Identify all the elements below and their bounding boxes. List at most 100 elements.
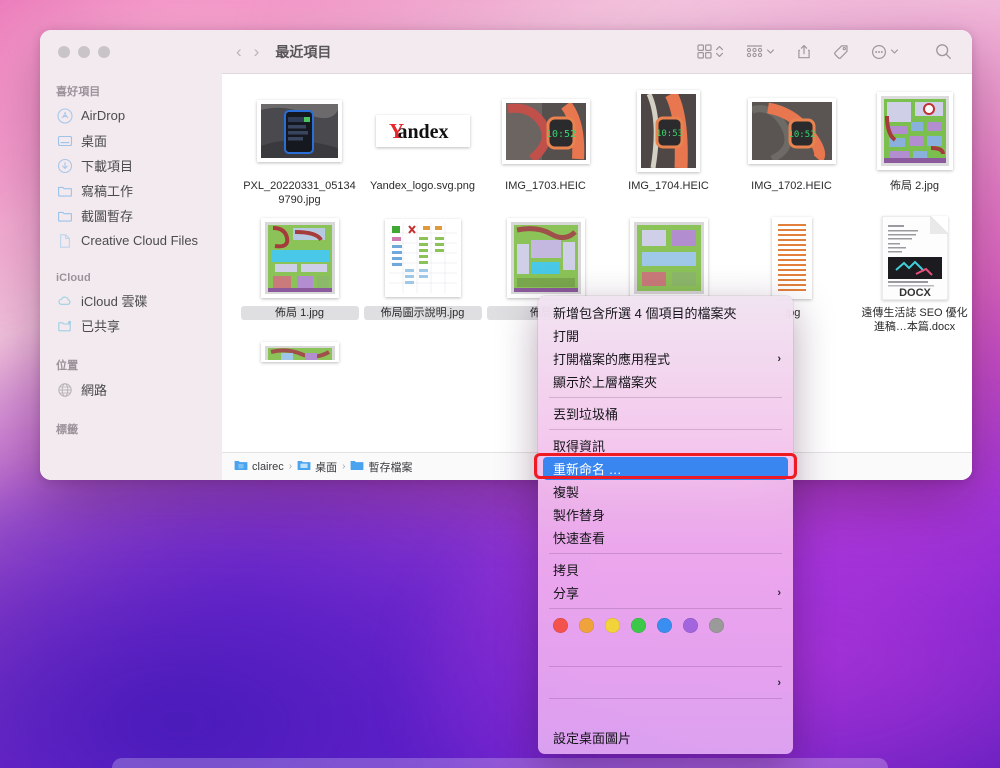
icon-view-button[interactable] (697, 44, 724, 59)
menu-item-new-folder-with-selection[interactable]: 新增包含所選 4 個項目的檔案夾 (538, 301, 793, 324)
tag-button[interactable] (833, 44, 849, 60)
sidebar-item-label: 桌面 (81, 134, 108, 149)
menu-item-label: 分享 (553, 586, 580, 601)
breadcrumb-item-desktop[interactable]: 桌面 (297, 459, 337, 475)
search-button[interactable] (935, 43, 952, 60)
list-icon (746, 44, 763, 59)
zoom-button[interactable] (98, 46, 110, 58)
toolbar-buttons (697, 43, 952, 60)
sidebar-item-downloads[interactable]: 下載項目 (40, 153, 222, 178)
menu-item-open-with[interactable]: 打開檔案的應用程式 › (538, 347, 793, 370)
tag-color-red[interactable] (553, 618, 568, 633)
thumb-layout-legend (384, 219, 461, 297)
file-item[interactable]: DOCX 遠傳生活誌 SEO 優化進稿…本篇.docx (853, 215, 972, 334)
context-menu[interactable]: 新增包含所選 4 個項目的檔案夾 打開 打開檔案的應用程式 › 顯示於上層檔案夾… (538, 296, 793, 754)
breadcrumb-label: clairec (252, 460, 284, 473)
tag-color-grey[interactable] (709, 618, 724, 633)
file-name: 佈局圖示說明.jpg (363, 306, 482, 320)
share-button[interactable] (797, 44, 811, 60)
group-by-button[interactable] (746, 44, 775, 59)
ellipsis-icon (871, 44, 887, 60)
menu-item-tags[interactable] (538, 639, 793, 662)
sidebar-item-network[interactable]: 網路 (40, 377, 222, 402)
file-name: IMG_1703.HEIC (505, 180, 586, 192)
file-item[interactable]: 佈局圖示說明.jpg (361, 215, 484, 334)
breadcrumb-item-temp-files[interactable]: 暫存檔案 (350, 459, 412, 475)
breadcrumb-label: 暫存檔案 (368, 461, 413, 474)
menu-item-quick-actions[interactable]: › (538, 671, 793, 694)
menu-separator (549, 397, 782, 398)
sidebar-item-writing-work[interactable]: 寫稿工作 (40, 178, 222, 203)
menu-item-show-enclosing-folder[interactable]: 顯示於上層檔案夾 (538, 370, 793, 393)
file-item[interactable]: 佈局 2.jpg (853, 88, 972, 207)
svg-text:Y: Y (389, 119, 404, 143)
menu-item-set-desktop-picture[interactable] (538, 703, 793, 726)
folder-icon (350, 459, 364, 474)
file-item[interactable]: PXL_20220331_051349790.jpg (238, 88, 361, 207)
sidebar-item-shared[interactable]: 已共享 (40, 313, 222, 338)
desktop-folder-icon (297, 459, 311, 474)
file-name: 佈局 2.jpg (890, 180, 939, 192)
file-name: 佈局 1.jpg (240, 306, 359, 320)
thumb-photo-watch-c: 10:52 (747, 98, 836, 164)
svg-text:10:52: 10:52 (788, 130, 815, 140)
menu-item-share[interactable]: 分享 › (538, 581, 793, 604)
submenu-arrow-icon: › (777, 352, 781, 365)
menu-item-label: 打開 (553, 329, 580, 344)
navigation-arrows[interactable]: ‹ › (236, 43, 259, 60)
menu-item-send-to-bear[interactable]: 設定桌面圖片 (538, 726, 793, 749)
sidebar-item-label: 下載項目 (81, 159, 134, 174)
menu-item-rename[interactable]: 重新命名 … (543, 457, 788, 480)
sidebar-item-desktop[interactable]: 桌面 (40, 128, 222, 153)
window-controls[interactable] (40, 30, 222, 74)
file-name: 遠傳生活誌 SEO 優化進稿…本篇.docx (861, 307, 968, 333)
breadcrumb-item-clairec[interactable]: clairec (234, 459, 284, 474)
desktop-icon (56, 132, 73, 149)
finder-sidebar: 喜好項目 AirDrop 桌面 下載項目 寫稿工作 截圖暫存 Creative … (40, 30, 222, 480)
file-thumbnail (257, 88, 342, 174)
menu-item-quick-look[interactable]: 快速查看 (538, 526, 793, 549)
tag-color-blue[interactable] (657, 618, 672, 633)
sidebar-item-creative-cloud-files[interactable]: Creative Cloud Files (40, 228, 222, 253)
finder-window: 喜好項目 AirDrop 桌面 下載項目 寫稿工作 截圖暫存 Creative … (40, 30, 972, 480)
menu-item-get-info[interactable]: 取得資訊 (538, 434, 793, 457)
sidebar-item-airdrop[interactable]: AirDrop (40, 103, 222, 128)
forward-button[interactable]: › (254, 43, 260, 60)
tag-color-orange[interactable] (579, 618, 594, 633)
tag-color-row[interactable] (538, 613, 793, 639)
file-thumbnail (384, 215, 461, 301)
minimize-button[interactable] (78, 46, 90, 58)
tag-color-purple[interactable] (683, 618, 698, 633)
menu-item-label: 拷貝 (553, 563, 580, 578)
menu-separator (549, 698, 782, 699)
file-item[interactable]: 10:53 IMG_1704.HEIC (607, 88, 730, 207)
file-item[interactable] (238, 342, 361, 364)
chevron-updown-icon (715, 44, 724, 59)
airdrop-icon (56, 107, 73, 124)
menu-item-move-to-trash[interactable]: 丟到垃圾桶 (538, 402, 793, 425)
sidebar-item-screenshot-temp[interactable]: 截圖暫存 (40, 203, 222, 228)
tag-color-green[interactable] (631, 618, 646, 633)
tag-color-yellow[interactable] (605, 618, 620, 633)
file-item[interactable]: 10:52 IMG_1702.HEIC (730, 88, 853, 207)
home-folder-icon (234, 459, 248, 474)
file-item[interactable]: 10:52 IMG_1703.HEIC (484, 88, 607, 207)
menu-item-duplicate[interactable]: 複製 (538, 480, 793, 503)
thumb-layout-map (506, 218, 585, 298)
menu-item-make-alias[interactable]: 製作替身 (538, 503, 793, 526)
svg-text:DOCX: DOCX (899, 287, 931, 299)
menu-item-label: 丟到垃圾桶 (553, 407, 619, 422)
close-button[interactable] (58, 46, 70, 58)
page-title: 最近項目 (275, 43, 332, 60)
file-item[interactable]: andex Y Yandex_logo.svg.png (361, 88, 484, 207)
file-thumbnail: 10:52 (501, 88, 590, 174)
thumb-photo-watch-a: 10:52 (501, 98, 590, 164)
sidebar-item-icloud-drive[interactable]: iCloud 雲碟 (40, 288, 222, 313)
more-actions-button[interactable] (871, 44, 899, 60)
menu-item-open[interactable]: 打開 (538, 324, 793, 347)
file-item[interactable]: 佈局 1.jpg (238, 215, 361, 334)
menu-item-copy[interactable]: 拷貝 (538, 558, 793, 581)
file-thumbnail: 10:53 (637, 88, 700, 174)
file-thumbnail (260, 342, 339, 364)
back-button[interactable]: ‹ (236, 43, 242, 60)
